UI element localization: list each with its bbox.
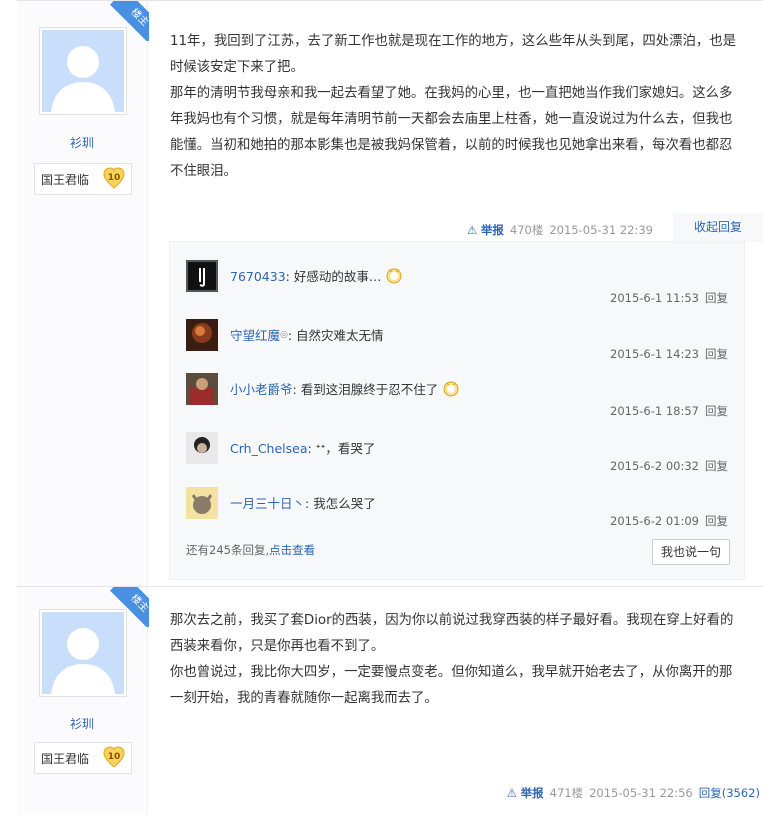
reply-text: : 我怎么哭了 [305,496,376,511]
svg-text:10: 10 [108,173,121,183]
reply-line: 小小老爵爷: 看到这泪腺终于忍不住了 [230,379,460,398]
level-badge[interactable]: 国王君临 10 [34,163,132,195]
level-heart-icon: 10 [103,745,125,769]
reply-input-button[interactable]: 我也说一句 [652,539,730,565]
post-471: 楼主 衫玔 国王君临 10 那次去之前，我买了套Dior的西装，因为你以前说过我… [17,586,763,815]
post-tail: ⚠ 举报 470楼 2015-05-31 22:39 [467,222,653,238]
vip-mark-icon: ◎ [280,330,288,340]
reply-line: 7670433: 好感动的故事… [230,266,403,285]
reply-count-link[interactable]: 回复(3562) [699,786,760,800]
reply-text: : ᐩᐩ，看哭了 [307,441,376,456]
post-tail: ⚠ 举报 471楼 2015-05-31 22:56 回复(3562) [507,785,760,801]
reply-text: : 自然灾难太无情 [287,328,384,343]
reply-button[interactable]: 回复 [705,404,728,418]
reply-avatar[interactable] [186,373,218,405]
svg-text:10: 10 [108,752,121,762]
reply-button[interactable]: 回复 [705,459,728,473]
post-content: 11年，我回到了江苏，去了新工作也就是现在工作的地方，这么些年从头到尾，四处漂泊… [170,29,743,185]
reply-time: 2015-6-1 14:23 [610,347,699,361]
reply-meta: 2015-6-1 14:23 回复 [610,346,728,362]
more-replies-count: 还有245条回复, [186,543,270,557]
reply-avatar[interactable] [186,260,218,292]
view-more-link[interactable]: 点击查看 [269,543,315,557]
reply-line: Crh_Chelsea: ᐩᐩ，看哭了 [230,438,375,457]
floor-number: 470楼 [509,223,544,237]
post-paragraph: 你也曾说过，我比你大四岁，一定要慢点变老。但你知道么，我早就开始老去了，从你离开… [170,665,733,706]
reply-avatar[interactable] [186,319,218,351]
reply-button[interactable]: 回复 [705,514,728,528]
reply-line: 守望红魔◎: 自然灾难太无情 [230,325,384,344]
warning-icon: ⚠ [506,786,517,800]
post-paragraph: 11年，我回到了江苏，去了新工作也就是现在工作的地方，这么些年从头到尾，四处漂泊… [170,34,737,75]
post-time: 2015-05-31 22:56 [589,786,693,800]
post-time: 2015-05-31 22:39 [549,223,653,237]
level-badge[interactable]: 国王君临 10 [34,742,132,774]
reply-avatar[interactable] [186,432,218,464]
reply-time: 2015-6-2 00:32 [610,459,699,473]
emoji-icon [385,266,403,284]
reply-username[interactable]: Crh_Chelsea [230,441,308,456]
floor-number: 471楼 [549,786,584,800]
reply-username[interactable]: 守望红魔 [230,328,280,343]
reply-avatar[interactable] [186,487,218,519]
emoji-icon [442,379,460,397]
author-sidebar: 楼主 衫玔 国王君临 10 [17,1,149,586]
post-paragraph: 那年的清明节我母亲和我一起去看望了她。在我妈的心里，也一直把她当作我们家媳妇。这… [170,86,733,179]
reply-button[interactable]: 回复 [705,347,728,361]
more-replies: 还有245条回复,点击查看 [186,542,315,558]
reply-meta: 2015-6-2 00:32 回复 [610,458,728,474]
reply-text: : 看到这泪腺终于忍不住了 [292,382,439,397]
badge-title: 国王君临 [41,752,90,766]
avatar[interactable] [39,609,127,697]
username-link[interactable]: 衫玔 [17,715,147,732]
reply-username[interactable]: 7670433 [230,269,286,284]
badge-title: 国王君临 [41,173,90,187]
reply-button[interactable]: 回复 [705,291,728,305]
post-470: 楼主 衫玔 国王君临 10 11年，我回到了江苏，去了新工作也就是现在工作的地方… [17,0,763,586]
level-heart-icon: 10 [103,166,125,190]
reply-username[interactable]: 小小老爵爷 [230,382,293,397]
report-link[interactable]: ⚠ 举报 [507,786,544,800]
reply-text: : 好感动的故事… [285,269,382,284]
post-paragraph: 那次去之前，我买了套Dior的西装，因为你以前说过我穿西装的样子最好看。我现在穿… [170,613,734,654]
warning-icon: ⚠ [466,223,478,237]
default-avatar-icon [42,612,124,694]
post-content: 那次去之前，我买了套Dior的西装，因为你以前说过我穿西装的样子最好看。我现在穿… [170,608,743,712]
collapse-replies-button[interactable]: 收起回复 [673,213,763,242]
reply-time: 2015-6-1 11:53 [610,291,699,305]
author-sidebar: 楼主 衫玔 国王君临 10 [17,587,149,815]
reply-box: 7670433: 好感动的故事… 2015-6-1 11:53 回复 守望红魔◎:… [169,241,745,580]
reply-meta: 2015-6-1 18:57 回复 [610,403,728,419]
reply-meta: 2015-6-2 01:09 回复 [610,513,728,529]
username-link[interactable]: 衫玔 [17,134,147,151]
reply-time: 2015-6-1 18:57 [610,404,699,418]
reply-meta: 2015-6-1 11:53 回复 [610,290,728,306]
report-link[interactable]: ⚠ 举报 [467,223,504,237]
avatar[interactable] [39,27,127,115]
reply-line: 一月三十日丶: 我怎么哭了 [230,493,376,512]
reply-time: 2015-6-2 01:09 [610,514,699,528]
reply-username[interactable]: 一月三十日丶 [230,496,305,511]
default-avatar-icon [42,30,124,112]
